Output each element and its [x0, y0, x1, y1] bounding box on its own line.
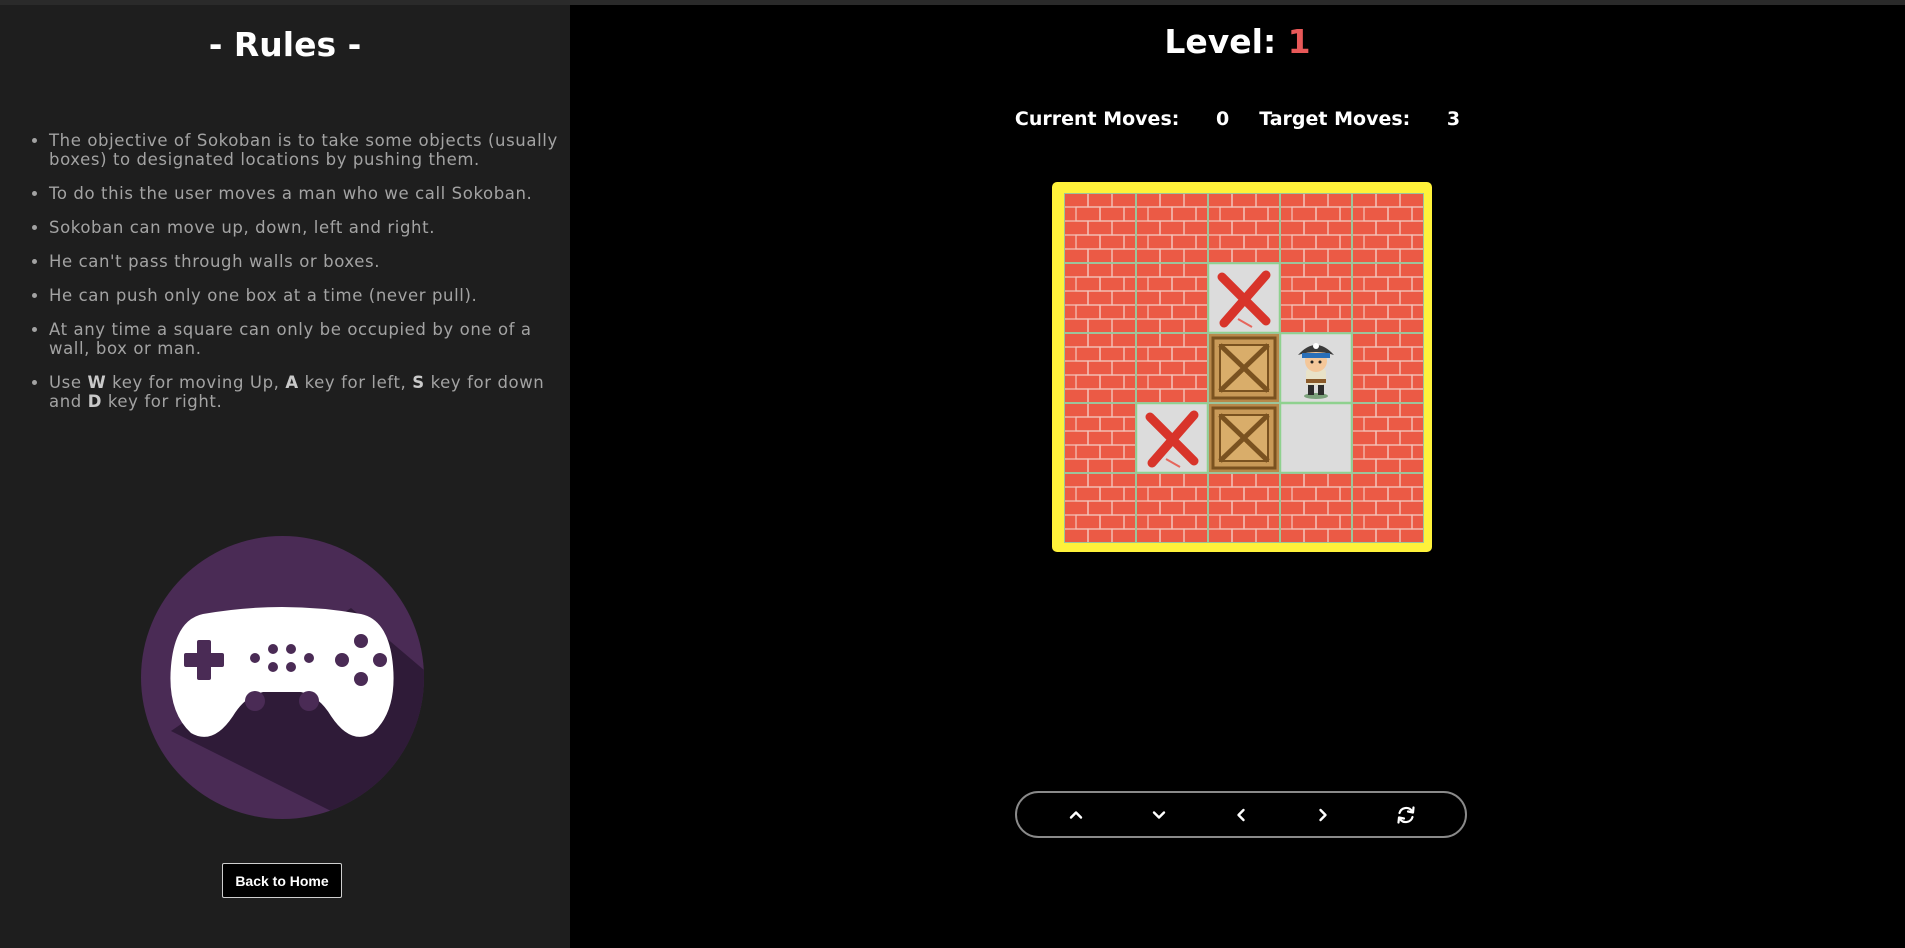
- refresh-icon: [1397, 805, 1415, 824]
- cell-wall: [1064, 193, 1136, 263]
- cell-wall: [1064, 333, 1136, 403]
- cell-box: [1208, 333, 1280, 403]
- rule-item: The objective of Sokoban is to take some…: [49, 131, 569, 169]
- cell-wall: [1208, 193, 1280, 263]
- board-grid: [1064, 193, 1424, 543]
- current-moves-label: Current Moves:: [1014, 108, 1180, 130]
- cell-wall: [1064, 473, 1136, 543]
- down-button[interactable]: [1134, 795, 1184, 835]
- cell-wall: [1280, 193, 1352, 263]
- cell-wall: [1352, 193, 1424, 263]
- current-moves-value: 0: [1215, 108, 1230, 130]
- rule-item: Sokoban can move up, down, left and righ…: [49, 218, 569, 237]
- control-bar: [1015, 791, 1467, 838]
- level-label: Level:: [1164, 22, 1277, 61]
- cell-wall: [1136, 473, 1208, 543]
- rules-title: - Rules -: [208, 25, 362, 64]
- up-button[interactable]: [1051, 795, 1101, 835]
- current-moves: Current Moves: 0: [1015, 108, 1229, 130]
- gamepad-icon: [141, 536, 424, 819]
- cell-target: [1136, 403, 1208, 473]
- cell-wall: [1280, 263, 1352, 333]
- cell-wall: [1208, 473, 1280, 543]
- rule-item: He can't pass through walls or boxes.: [49, 252, 569, 271]
- target-moves-value: 3: [1446, 108, 1461, 130]
- chevron-up-icon: [1069, 810, 1083, 819]
- right-button[interactable]: [1298, 795, 1348, 835]
- cell-floor: [1280, 403, 1352, 473]
- target-moves-label: Target Moves:: [1259, 108, 1411, 130]
- chevron-right-icon: [1319, 808, 1328, 821]
- rules-list: The objective of Sokoban is to take some…: [28, 131, 569, 426]
- cell-wall: [1136, 263, 1208, 333]
- key-w: W: [87, 373, 107, 392]
- cell-wall: [1064, 403, 1136, 473]
- left-button[interactable]: [1216, 795, 1266, 835]
- cell-wall: [1352, 263, 1424, 333]
- rule-text: Use: [49, 373, 88, 392]
- rule-text: key for right.: [101, 392, 223, 411]
- rule-item: At any time a square can only be occupie…: [49, 320, 569, 358]
- cell-wall: [1280, 473, 1352, 543]
- key-a: A: [285, 373, 299, 392]
- cell-wall: [1064, 263, 1136, 333]
- level-number: 1: [1287, 22, 1311, 61]
- cell-wall: [1136, 333, 1208, 403]
- cell-target: [1208, 263, 1280, 333]
- restart-button[interactable]: [1381, 795, 1431, 835]
- cell-box: [1208, 403, 1280, 473]
- cell-player: [1280, 333, 1352, 403]
- moves-counter: Current Moves: 0 Target Moves: 3: [570, 108, 1905, 130]
- chevron-left-icon: [1237, 808, 1245, 821]
- key-d: D: [87, 392, 102, 411]
- rules-panel: - Rules - The objective of Sokoban is to…: [0, 5, 570, 948]
- rule-text: key for left,: [298, 373, 413, 392]
- cell-wall: [1352, 403, 1424, 473]
- rule-item: To do this the user moves a man who we c…: [49, 184, 569, 203]
- rule-item-keys: Use W key for moving Up, A key for left,…: [49, 373, 569, 411]
- chevron-down-icon: [1152, 810, 1165, 819]
- key-s: S: [412, 373, 425, 392]
- cell-wall: [1352, 473, 1424, 543]
- game-board: [1052, 182, 1432, 552]
- rule-text: key for moving Up,: [106, 373, 286, 392]
- target-moves: Target Moves: 3: [1259, 108, 1460, 130]
- cell-wall: [1352, 333, 1424, 403]
- cell-wall: [1136, 193, 1208, 263]
- back-to-home-button[interactable]: Back to Home: [222, 863, 342, 898]
- level-title: Level: 1: [570, 22, 1905, 61]
- rule-item: He can push only one box at a time (neve…: [49, 286, 569, 305]
